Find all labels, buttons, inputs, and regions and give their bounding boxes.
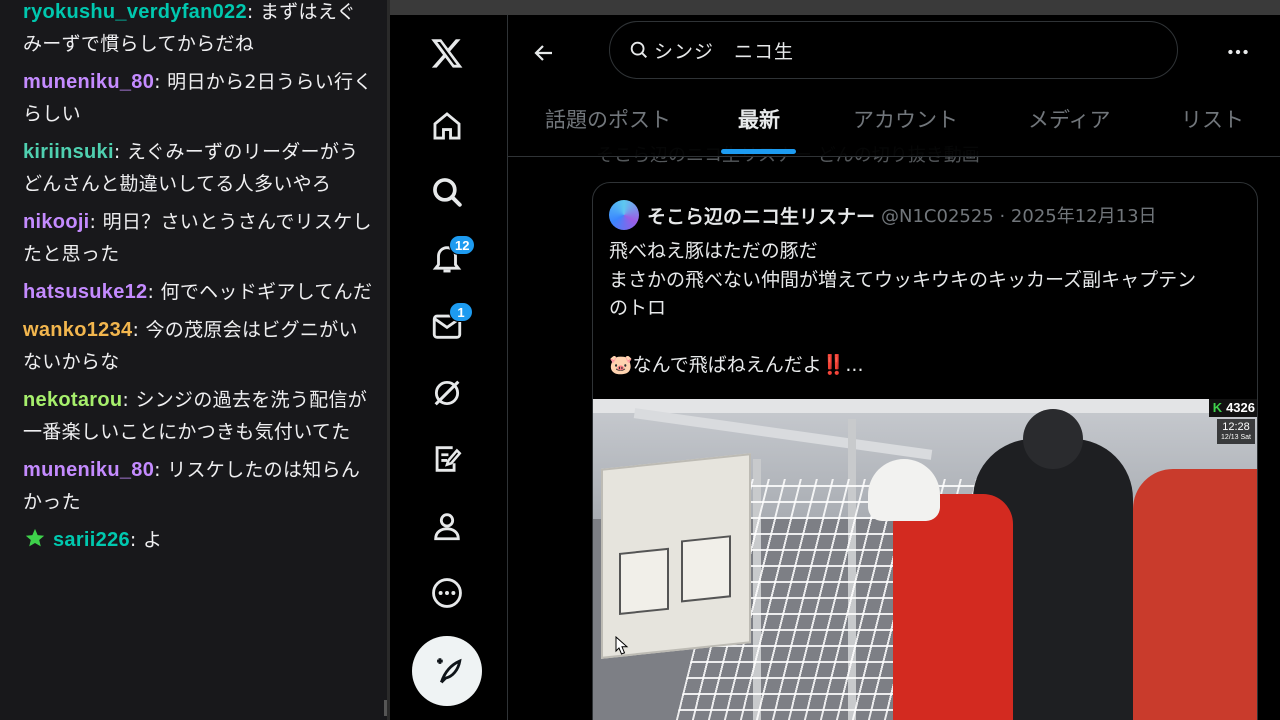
search-header: シンジ ニコ生 話題のポスト 最新 アカウント メディア リスト — [508, 15, 1280, 157]
tab-media[interactable]: メディア — [1028, 97, 1111, 157]
more-horizontal-icon — [1228, 49, 1248, 55]
quoted-post-card[interactable]: そこら辺のニコ生リスナー @N1C02525 · 2025年12月13日 飛べね… — [592, 182, 1258, 720]
home-icon — [433, 112, 461, 140]
video-person — [1023, 409, 1083, 469]
nav-explore[interactable] — [417, 164, 477, 220]
star-icon — [25, 528, 45, 547]
quoted-author-name[interactable]: そこら辺のニコ生リスナー — [647, 202, 875, 229]
quoted-text-line — [609, 323, 1249, 352]
chat-separator: : — [147, 281, 161, 303]
quoted-post-text: 飛べねえ豚はただの豚だ まさかの飛べない仲間が増えてウッキウキのキッカーズ副キャ… — [609, 237, 1249, 380]
chat-separator: : — [89, 211, 103, 233]
chat-username[interactable]: muneniku_80 — [23, 71, 154, 93]
x-logo-link[interactable] — [417, 25, 477, 81]
nav-messages[interactable]: 1 — [417, 298, 477, 354]
avatar[interactable] — [609, 200, 639, 230]
nav-home[interactable] — [417, 98, 477, 154]
quoted-text-line: まさかの飛べない仲間が増えてウッキウキのキッカーズ副キャプテン — [609, 268, 1197, 291]
viewer-count-badge: K 4326 — [1208, 399, 1257, 417]
more-options-button[interactable] — [1220, 37, 1256, 67]
chat-separator: : — [129, 529, 143, 551]
search-input[interactable]: シンジ ニコ生 — [609, 21, 1178, 79]
compose-post-button[interactable] — [412, 636, 482, 706]
mouse-cursor-icon — [615, 636, 629, 655]
x-sidebar-nav: 12 1 — [390, 15, 507, 720]
more-circle-icon — [432, 578, 462, 608]
chat-message-list: ryokushu_verdyfan022: まずはえぐみーずで慣らしてからだね m… — [0, 0, 387, 562]
chat-panel: ryokushu_verdyfan022: まずはえぐみーずで慣らしてからだね m… — [0, 0, 387, 720]
chat-message: muneniku_80: リスケしたのは知らんかった — [23, 454, 373, 518]
search-query-text: シンジ ニコ生 — [654, 40, 795, 63]
chat-message: sarii226: よ — [23, 524, 373, 556]
window-top-strip — [390, 0, 1280, 15]
chat-username[interactable]: sarii226 — [53, 529, 130, 551]
chat-message-text: よ — [142, 529, 163, 551]
chat-message: muneniku_80: 明日から2日うらい行くらしい — [23, 66, 373, 130]
chat-message: hatsusuke12: 何でヘッドギアしてんだ — [23, 276, 373, 308]
chat-separator: : — [154, 71, 168, 93]
video-signboard-frame — [681, 535, 731, 603]
feather-plus-icon — [437, 658, 462, 684]
chat-message: ryokushu_verdyfan022: まずはえぐみーずで慣らしてからだね — [23, 0, 373, 60]
notifications-count-badge: 12 — [449, 235, 476, 255]
chat-username[interactable]: hatsusuke12 — [23, 281, 147, 303]
chat-separator: : — [113, 141, 127, 163]
quoted-handle-date[interactable]: @N1C02525 · 2025年12月13日 — [881, 202, 1157, 228]
search-icon — [433, 178, 462, 207]
tab-top-posts[interactable]: 話題のポスト — [545, 97, 671, 157]
person-icon — [434, 513, 460, 541]
viewer-count: 4326 — [1226, 400, 1255, 415]
search-tabs: 話題のポスト 最新 アカウント メディア リスト — [508, 97, 1280, 157]
video-helmet — [868, 459, 940, 521]
video-signboard — [601, 453, 751, 659]
chat-message: kiriinsuki: えぐみーずのリーダーがうどんさんと勘違いしてる人多いやろ — [23, 136, 373, 200]
chat-message: nekotarou: シンジの過去を洗う配信が一番楽しいことにかつきも気付いてた — [23, 384, 373, 448]
quoted-post-header: そこら辺のニコ生リスナー @N1C02525 · 2025年12月13日 — [609, 199, 1157, 231]
grok-icon — [434, 380, 460, 406]
video-signboard-frame — [619, 547, 669, 615]
edit-document-icon — [435, 446, 462, 472]
chat-username[interactable]: kiriinsuki — [23, 141, 114, 163]
chat-separator: : — [132, 319, 146, 341]
back-button[interactable] — [526, 35, 562, 71]
video-person — [893, 494, 1013, 720]
video-date: 12/13 Sat — [1221, 434, 1251, 441]
nav-notifications[interactable]: 12 — [417, 231, 477, 287]
chat-message: nikooji: 明日？さいとうさんでリスケしたと思った — [23, 206, 373, 270]
chat-message-text: 何でヘッドギアしてんだ — [160, 281, 373, 303]
back-arrow-icon — [534, 45, 552, 61]
search-icon — [630, 41, 648, 59]
active-tab-indicator — [721, 149, 796, 154]
tab-lists[interactable]: リスト — [1181, 97, 1244, 157]
tab-accounts[interactable]: アカウント — [853, 97, 958, 157]
chat-username[interactable]: ryokushu_verdyfan022 — [23, 1, 247, 23]
chat-username[interactable]: muneniku_80 — [23, 459, 154, 481]
video-person — [1133, 469, 1257, 720]
quoted-post-video[interactable]: K 4326 12:28 12/13 Sat — [593, 399, 1257, 720]
quoted-text-line: のトロ — [609, 297, 667, 319]
tab-latest[interactable]: 最新 — [738, 97, 780, 157]
quoted-text-line: 🐷なんで飛ばねえんだよ‼️... — [609, 354, 864, 376]
chat-separator: : — [122, 389, 136, 411]
quoted-text-line: 飛べねえ豚はただの豚だ — [609, 240, 818, 262]
chat-separator: : — [154, 459, 168, 481]
search-results-column: シンジ ニコ生 話題のポスト 最新 アカウント メディア リスト そこら辺のニコ… — [507, 15, 1280, 720]
video-timestamp: 12:28 12/13 Sat — [1217, 419, 1255, 444]
nav-profile[interactable] — [417, 498, 477, 554]
nav-grok[interactable] — [417, 365, 477, 421]
chat-message: wanko1234: 今の茂原会はビグニがいないからな — [23, 314, 373, 378]
messages-count-badge: 1 — [449, 302, 473, 322]
chat-separator: : — [246, 1, 260, 23]
video-time: 12:28 — [1222, 421, 1250, 433]
nav-more[interactable] — [417, 565, 477, 621]
nav-articles[interactable] — [417, 431, 477, 487]
chat-username[interactable]: nikooji — [23, 211, 90, 233]
k-badge-letter: K — [1212, 400, 1223, 415]
x-logo-icon — [431, 39, 463, 68]
chat-username[interactable]: wanko1234 — [23, 319, 132, 341]
chat-username[interactable]: nekotarou — [23, 389, 122, 411]
video-rail — [593, 399, 1257, 413]
